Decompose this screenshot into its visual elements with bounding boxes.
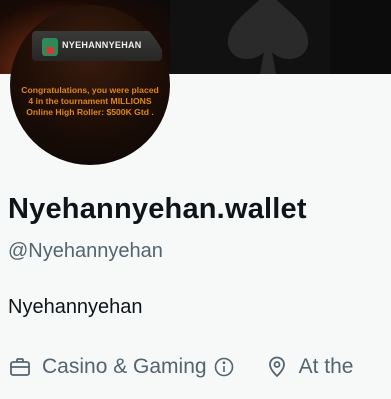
profile-meta: Casino & Gaming At the bbox=[8, 352, 353, 382]
info-icon[interactable] bbox=[213, 356, 235, 378]
location-pin-icon bbox=[265, 355, 289, 379]
banner-shadow bbox=[330, 0, 391, 74]
avatar-message: Congratulations, you were placed 4 in th… bbox=[21, 85, 159, 117]
avatar-header: NYEHANNYEHAN bbox=[32, 31, 162, 61]
spade-icon bbox=[227, 0, 309, 74]
avatar[interactable]: NYEHANNYEHAN Congratulations, you were p… bbox=[10, 5, 170, 165]
game-icon bbox=[42, 38, 58, 56]
user-handle: @Nyehannyehan bbox=[8, 240, 163, 262]
avatar-header-name: NYEHANNYEHAN bbox=[62, 40, 142, 50]
briefcase-icon bbox=[8, 355, 32, 379]
display-name: Nyehannyehan.wallet bbox=[8, 193, 307, 225]
bio: Nyehannyehan bbox=[8, 296, 143, 318]
category-label: Casino & Gaming bbox=[42, 355, 207, 378]
location-label: At the bbox=[298, 355, 354, 378]
